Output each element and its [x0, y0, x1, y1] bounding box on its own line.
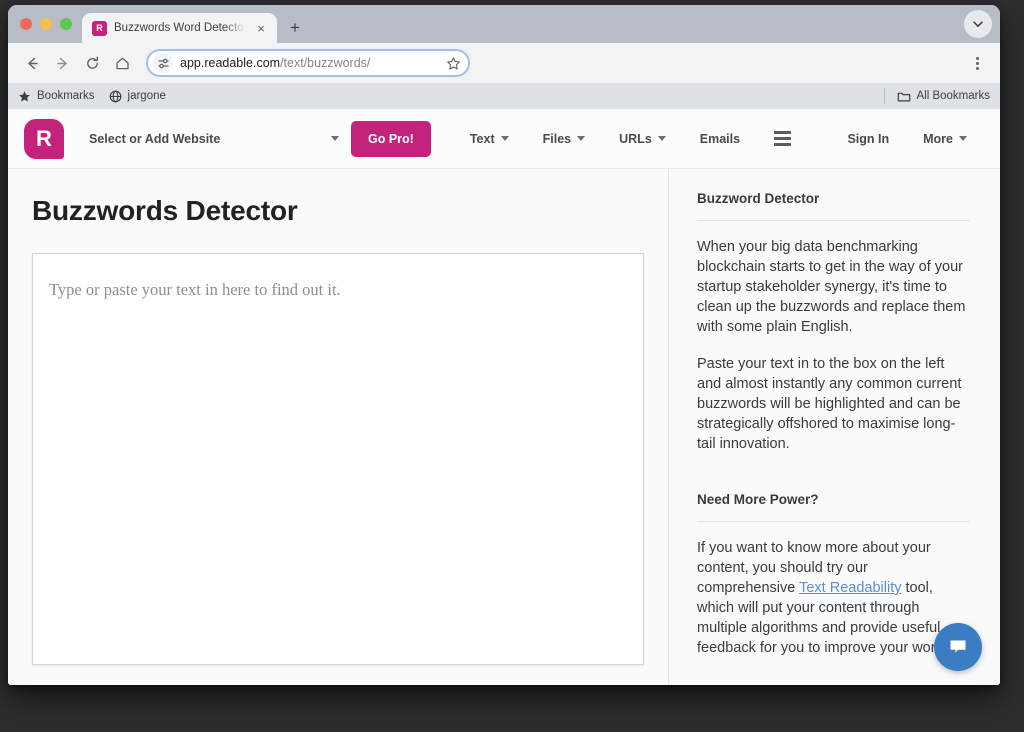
info-sidebar: Buzzword Detector When your big data ben… — [669, 169, 1000, 685]
divider — [697, 521, 970, 522]
chat-widget-button[interactable] — [934, 623, 982, 671]
reload-button[interactable] — [78, 49, 106, 77]
chevron-down-icon — [577, 136, 586, 141]
site-selector-dropdown[interactable]: Select or Add Website — [89, 132, 339, 146]
page-viewport: R Select or Add Website Go Pro! Text Fil… — [8, 109, 1000, 685]
sign-in-label: Sign In — [847, 131, 890, 146]
nav-item-label: Text — [469, 131, 495, 146]
sidebar-heading-need-more-power: Need More Power? — [697, 492, 819, 507]
chevron-down-icon — [973, 21, 983, 27]
tab-search-button[interactable] — [964, 10, 992, 38]
window-controls — [8, 5, 82, 43]
page-content: Buzzwords Detector Type or paste your te… — [8, 169, 1000, 685]
nav-right-group: Sign In More — [830, 132, 984, 146]
divider — [697, 220, 970, 221]
site-selector-label: Select or Add Website — [89, 131, 221, 146]
nav-links: Text Files URLs Emails Sign In More — [453, 131, 984, 146]
back-button[interactable] — [18, 49, 46, 77]
browser-toolbar: app.readable.com/text/buzzwords/ — [8, 43, 1000, 83]
app-navbar: R Select or Add Website Go Pro! Text Fil… — [8, 109, 1000, 169]
sliders-icon — [157, 58, 169, 68]
sidebar-paragraph-3: If you want to know more about your cont… — [697, 538, 970, 658]
folder-icon — [897, 92, 910, 101]
sidebar-section-need-more-power: Need More Power? If you want to know mor… — [697, 492, 970, 658]
back-arrow-icon — [27, 57, 38, 69]
maximize-window-button[interactable] — [60, 18, 72, 30]
chevron-down-icon — [959, 136, 967, 141]
textarea-placeholder: Type or paste your text in here to find … — [49, 280, 341, 299]
browser-window: R Buzzwords Word Detector - T × + — [8, 5, 1000, 685]
all-bookmarks-label: All Bookmarks — [916, 90, 991, 102]
address-bar[interactable]: app.readable.com/text/buzzwords/ — [146, 49, 470, 77]
url-domain: app.readable.com — [180, 56, 281, 70]
go-pro-button[interactable]: Go Pro! — [351, 120, 431, 157]
home-icon — [115, 57, 129, 69]
home-button[interactable] — [108, 49, 136, 77]
readable-favicon: R — [92, 20, 107, 36]
nav-item-emails[interactable]: Emails — [683, 132, 757, 146]
bookmark-item-bookmarks[interactable]: Bookmarks — [18, 90, 95, 103]
sidebar-heading-buzzword-detector: Buzzword Detector — [697, 191, 820, 206]
minimize-window-button[interactable] — [40, 18, 52, 30]
chat-bubble-icon — [950, 640, 966, 653]
more-label: More — [923, 131, 953, 146]
bookmark-label: jargone — [127, 90, 166, 102]
page-title: Buzzwords Detector — [32, 195, 298, 226]
nav-item-text[interactable]: Text — [453, 132, 526, 146]
chevron-down-icon — [657, 136, 666, 141]
url-path: /text/buzzwords/ — [280, 56, 371, 70]
close-window-button[interactable] — [20, 18, 32, 30]
nav-item-label: Files — [542, 131, 572, 146]
star-icon — [446, 56, 460, 70]
reload-icon — [86, 56, 98, 69]
tab-title: Buzzwords Word Detector - T — [114, 22, 246, 34]
main-column: Buzzwords Detector Type or paste your te… — [8, 169, 669, 685]
nav-item-urls[interactable]: URLs — [602, 132, 683, 146]
bookmarks-bar: Bookmarks jargone All Bookmarks — [8, 83, 1000, 109]
more-menu[interactable]: More — [906, 132, 984, 146]
forward-button[interactable] — [48, 49, 76, 77]
chevron-down-icon — [500, 136, 509, 141]
bookmark-item-jargone[interactable]: jargone — [109, 90, 166, 103]
bookmark-star-button[interactable] — [442, 52, 464, 74]
sidebar-paragraph-1: When your big data benchmarking blockcha… — [697, 239, 966, 335]
nav-item-files[interactable]: Files — [526, 132, 603, 146]
bookmark-label: Bookmarks — [37, 90, 95, 102]
three-dot-menu-icon[interactable] — [964, 49, 990, 77]
text-input-area[interactable]: Type or paste your text in here to find … — [32, 253, 644, 665]
nav-item-label: URLs — [619, 131, 652, 146]
url-text: app.readable.com/text/buzzwords/ — [180, 56, 442, 70]
star-icon — [19, 90, 30, 101]
browser-tab[interactable]: R Buzzwords Word Detector - T × — [82, 13, 277, 43]
tab-strip: R Buzzwords Word Detector - T × + — [8, 5, 1000, 43]
globe-icon — [109, 90, 121, 102]
sidebar-paragraph-2: Paste your text in to the box on the lef… — [697, 356, 962, 452]
new-tab-button[interactable]: + — [281, 13, 309, 41]
forward-arrow-icon — [56, 57, 67, 69]
readable-logo[interactable]: R — [24, 118, 64, 159]
site-settings-icon[interactable] — [153, 53, 173, 73]
close-tab-button[interactable]: × — [253, 20, 269, 36]
chevron-down-icon — [331, 136, 339, 141]
hamburger-menu-icon[interactable] — [757, 131, 808, 146]
nav-item-label: Emails — [699, 131, 741, 146]
text-readability-link[interactable]: Text Readability — [799, 580, 901, 596]
all-bookmarks-button[interactable]: All Bookmarks — [883, 88, 991, 104]
sign-in-button[interactable]: Sign In — [830, 132, 906, 146]
